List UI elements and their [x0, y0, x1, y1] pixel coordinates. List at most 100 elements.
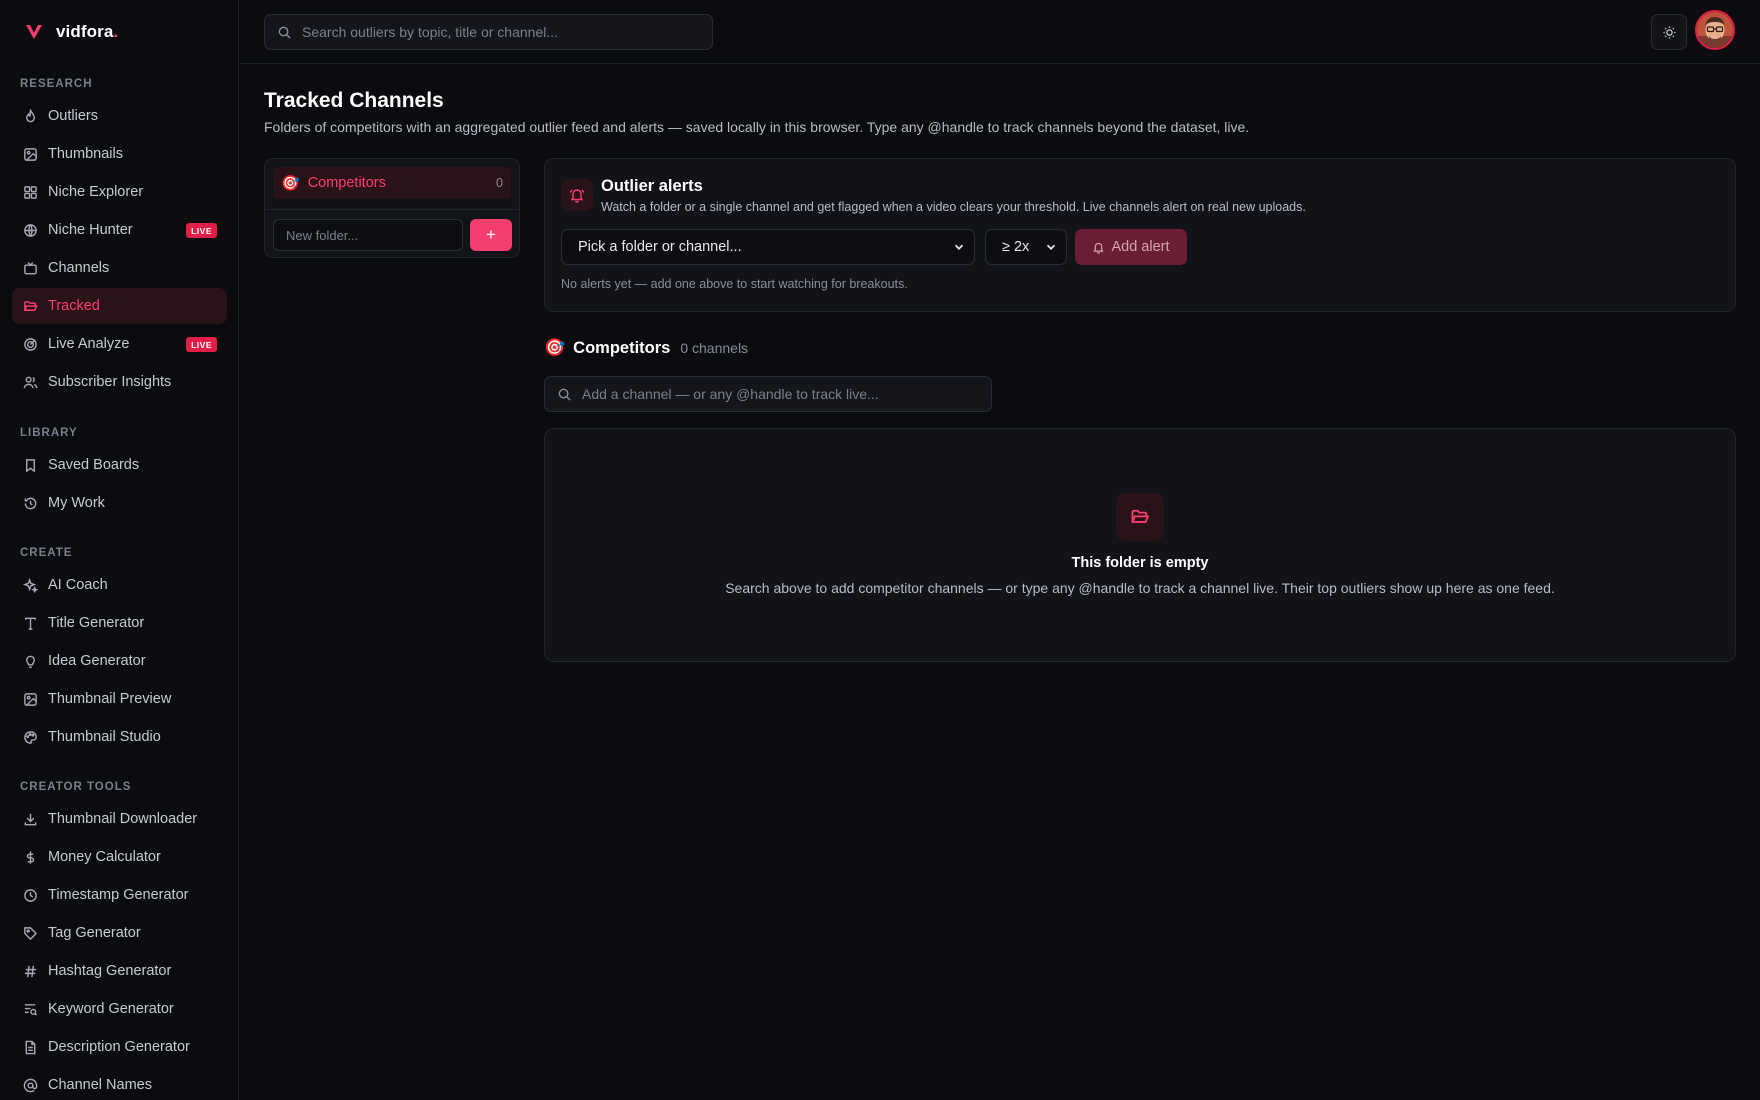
sidebar-item-my-work[interactable]: My Work	[12, 485, 227, 521]
sidebar-item-label: Timestamp Generator	[48, 887, 189, 903]
brand-logo[interactable]: vidfora.	[24, 22, 118, 42]
folder-item-competitors[interactable]: 🎯 Competitors 0	[273, 167, 511, 199]
sidebar-item-saved-boards[interactable]: Saved Boards	[12, 447, 227, 483]
live-badge: LIVE	[186, 223, 217, 238]
sidebar-item-idea-generator[interactable]: Idea Generator	[12, 643, 227, 679]
sidebar-item-label: Hashtag Generator	[48, 963, 172, 979]
select-value: Pick a folder or channel...	[578, 239, 742, 255]
radar-icon	[22, 336, 38, 352]
bell-icon	[1092, 241, 1105, 254]
sun-icon	[1662, 25, 1677, 40]
sidebar-item-description-generator[interactable]: Description Generator	[12, 1029, 227, 1065]
sidebar-item-label: Subscriber Insights	[48, 374, 172, 390]
alerts-empty-text: No alerts yet — add one above to start w…	[561, 277, 908, 291]
palette-icon	[22, 729, 38, 745]
folder-name: Competitors	[307, 175, 386, 191]
sidebar-item-timestamp-generator[interactable]: Timestamp Generator	[12, 877, 227, 913]
sidebar-item-thumbnail-downloader[interactable]: Thumbnail Downloader	[12, 801, 227, 837]
bookmark-icon	[22, 457, 38, 473]
tag-icon	[22, 925, 38, 941]
topbar	[240, 0, 1760, 64]
sidebar-item-thumbnail-preview[interactable]: Thumbnail Preview	[12, 681, 227, 717]
sidebar-item-thumbnail-studio[interactable]: Thumbnail Studio	[12, 719, 227, 755]
add-alert-button[interactable]: Add alert	[1075, 229, 1187, 265]
sidebar-item-label: Description Generator	[48, 1039, 190, 1055]
alert-target-select[interactable]: Pick a folder or channel...	[561, 229, 975, 265]
lightbulb-icon	[22, 653, 38, 669]
sidebar-item-label: Live Analyze	[48, 336, 130, 352]
app: vidfora. RESEARCH Outliers Thumbnails Ni…	[0, 0, 1760, 1100]
sidebar-item-label: Niche Hunter	[48, 222, 133, 238]
select-value: ≥ 2x	[1002, 239, 1030, 255]
sidebar-item-tracked[interactable]: Tracked	[12, 288, 227, 324]
sidebar-item-title-generator[interactable]: Title Generator	[12, 605, 227, 641]
sidebar-item-label: Keyword Generator	[48, 1001, 174, 1017]
outlier-alerts-card: Outlier alerts Watch a folder or a singl…	[544, 158, 1736, 312]
search-input[interactable]	[302, 24, 702, 40]
sidebar-item-label: Thumbnails	[48, 146, 123, 162]
folders-panel: 🎯 Competitors 0 +	[264, 158, 520, 258]
sidebar-item-outliers[interactable]: Outliers	[12, 98, 227, 134]
dollar-icon	[22, 849, 38, 865]
sparkles-icon	[22, 577, 38, 593]
sidebar-item-ai-coach[interactable]: AI Coach	[12, 567, 227, 603]
sidebar-item-label: Outliers	[48, 108, 98, 124]
file-text-icon	[22, 1039, 38, 1055]
empty-description: Search above to add competitor channels …	[725, 580, 1555, 596]
empty-title: This folder is empty	[1071, 555, 1209, 571]
section-label-create: CREATE	[20, 547, 73, 559]
divider	[265, 209, 519, 210]
alert-threshold-select[interactable]: ≥ 2x	[985, 229, 1067, 265]
add-channel-input[interactable]	[582, 386, 982, 402]
avatar[interactable]	[1695, 10, 1735, 50]
sidebar-item-hashtag-generator[interactable]: Hashtag Generator	[12, 953, 227, 989]
hash-icon	[22, 963, 38, 979]
folder-open-icon	[1116, 493, 1164, 541]
global-search[interactable]	[264, 14, 713, 50]
sidebar-item-label: Thumbnail Preview	[48, 691, 172, 707]
sidebar-item-subscriber-insights[interactable]: Subscriber Insights	[12, 364, 227, 400]
sidebar-item-label: Saved Boards	[48, 457, 140, 473]
page-subtitle: Folders of competitors with an aggregate…	[264, 119, 1250, 135]
brand-name: vidfora.	[56, 22, 119, 41]
sidebar-item-live-analyze[interactable]: Live Analyze LIVE	[12, 326, 227, 362]
sidebar-item-label: AI Coach	[48, 577, 108, 593]
type-icon	[22, 615, 38, 631]
sidebar-item-money-calculator[interactable]: Money Calculator	[12, 839, 227, 875]
sidebar-item-label: Money Calculator	[48, 849, 161, 865]
globe-icon	[22, 222, 38, 238]
channel-search[interactable]	[544, 376, 992, 412]
folder-open-icon	[22, 298, 38, 314]
folder-count: 0	[496, 176, 503, 190]
chevron-down-icon	[1044, 240, 1058, 254]
sidebar-item-label: Channel Names	[48, 1077, 152, 1093]
search-icon	[277, 25, 292, 40]
tv-icon	[22, 260, 38, 276]
alerts-description: Watch a folder or a single channel and g…	[601, 200, 1306, 214]
flame-icon	[22, 108, 38, 124]
add-folder-button[interactable]: +	[470, 219, 512, 251]
sidebar-item-label: Channels	[48, 260, 110, 276]
sidebar-item-label: Thumbnail Studio	[48, 729, 161, 745]
sidebar-item-tag-generator[interactable]: Tag Generator	[12, 915, 227, 951]
sidebar-item-thumbnails[interactable]: Thumbnails	[12, 136, 227, 172]
sidebar-item-niche-explorer[interactable]: Niche Explorer	[12, 174, 227, 210]
sidebar-item-channel-names[interactable]: Channel Names	[12, 1067, 227, 1100]
sidebar-item-niche-hunter[interactable]: Niche Hunter LIVE	[12, 212, 227, 248]
sidebar-item-label: Tracked	[48, 298, 100, 314]
image-icon	[22, 691, 38, 707]
target-emoji-icon: 🎯	[544, 338, 566, 357]
sidebar-item-label: Thumbnail Downloader	[48, 811, 198, 827]
sidebar-item-label: Idea Generator	[48, 653, 146, 669]
clock-icon	[22, 887, 38, 903]
target-emoji-icon: 🎯	[281, 175, 300, 192]
grid-icon	[22, 184, 38, 200]
new-folder-input[interactable]	[273, 219, 463, 251]
folder-title: Competitors	[573, 338, 671, 357]
sidebar-item-channels[interactable]: Channels	[12, 250, 227, 286]
folder-header: 🎯 Competitors 0 channels	[544, 338, 748, 358]
theme-toggle-button[interactable]	[1651, 14, 1687, 50]
sidebar-item-label: Title Generator	[48, 615, 145, 631]
add-alert-label: Add alert	[1111, 239, 1170, 255]
sidebar-item-keyword-generator[interactable]: Keyword Generator	[12, 991, 227, 1027]
